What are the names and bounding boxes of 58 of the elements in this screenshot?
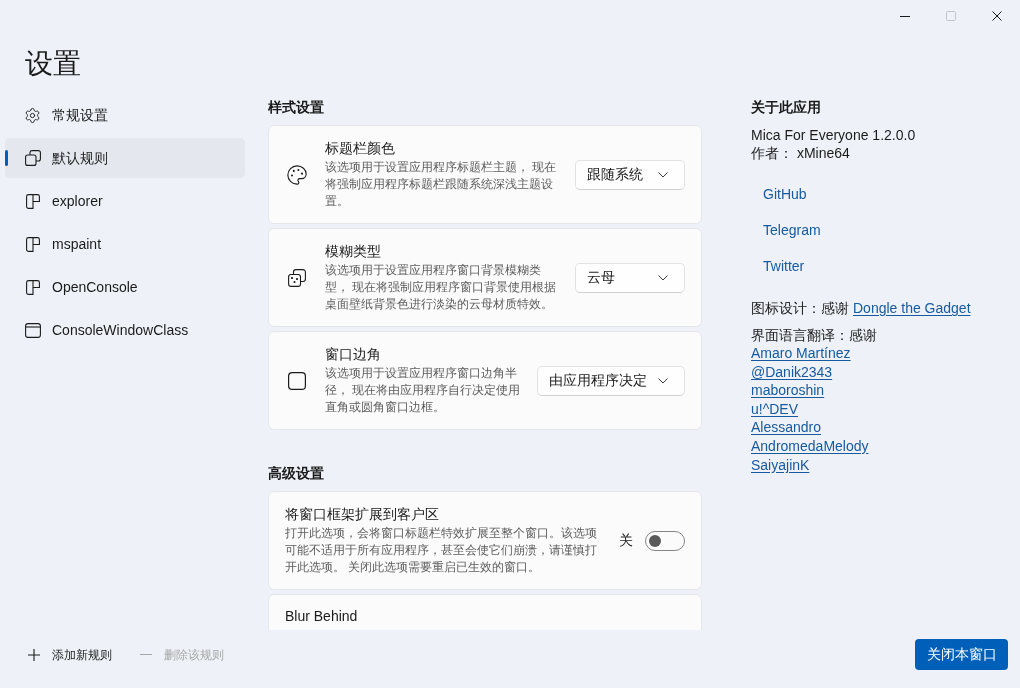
chevron-down-icon [658,274,668,281]
window-icon [24,322,41,338]
maximize-icon [946,11,956,21]
minimize-icon [900,15,910,17]
setting-description: 该选项用于设置应用程序窗口背景模糊类型， 现在将强制应用程序窗口背景使用根据桌面壁纸背景色进行淡染的云母材质特效。 [325,262,558,313]
gear-icon [24,106,41,124]
page-title: 设置 [25,47,81,81]
close-window-button[interactable]: 关闭本窗口 [915,639,1008,670]
section-heading: 高级设置 [268,464,324,483]
translator-link[interactable]: AndromedaMelody [751,436,869,456]
translator-link[interactable]: maboroshin [751,381,825,400]
hyperlink-button[interactable]: Twitter [751,250,817,282]
minus-icon [140,654,152,655]
nav-item[interactable]: mspaint [5,224,245,264]
select-dropdown[interactable]: 云母 [575,262,685,293]
toggle-state-label: 关 [619,531,633,550]
window-panels-icon [25,193,40,209]
setting-description: 打开此选项，会将窗口标题栏特效扩展至整个窗口。该选项可能不适用于所有应用程序，甚至会使它们崩溃，请谨慎打开此选项。 关闭此选项需要重启已生效的窗口。 [285,525,597,576]
overlapping-squares-icon [288,268,306,287]
app-version-text: Mica For Everyone 1.2.0.0 [751,126,916,144]
nav-item[interactable]: 默认规则 [5,138,245,178]
setting-title: Blur Behind [285,607,358,626]
translator-link[interactable]: u!^DEV [751,399,799,419]
nav-item[interactable]: 常规设置 [5,95,245,135]
about-heading: 关于此应用 [751,98,821,117]
nav-item[interactable]: OpenConsole [5,267,245,307]
select-dropdown[interactable]: 由应用程序决定 [537,365,685,396]
nav-item[interactable]: explorer [5,181,245,221]
translation-credit-label: 界面语言翻译：感谢 [751,326,877,344]
author-text: 作者： xMine64 [751,144,850,162]
add-rule-button[interactable]: 添加新规则 [20,639,120,670]
icon-credit-label: 图标设计：感谢 [751,299,849,317]
overlapping-squares-icon [24,150,41,166]
hyperlink-button[interactable]: Telegram [751,214,833,246]
plus-icon [28,648,40,661]
window-panels-icon [25,279,40,295]
setting-title: 将窗口框架扩展到客户区 [285,505,440,524]
square-icon [288,371,306,390]
credit-link[interactable]: Dongle the Gadget [853,299,971,317]
selection-indicator [5,150,8,166]
close-icon [992,11,1002,21]
window-panels-icon [25,236,40,252]
hyperlink-button[interactable]: GitHub [751,178,819,210]
setting-title: 模糊类型 [325,242,382,261]
chevron-down-icon [658,171,668,178]
translator-link[interactable]: Amaro Martínez [751,344,851,363]
setting-title: 标题栏颜色 [325,139,396,158]
section-heading: 样式设置 [268,98,324,117]
setting-title: 窗口边角 [325,345,382,364]
setting-description: 该选项用于设置应用程序窗口边角半径， 现在将由应用程序自行决定使用直角或圆角窗口边框。 [325,365,522,416]
chevron-down-icon [658,377,668,384]
translator-link[interactable]: @Danik2343 [751,362,833,382]
nav-item[interactable]: ConsoleWindowClass [5,310,245,350]
translator-link[interactable]: SaiyajinK [751,455,810,475]
palette-icon [286,163,308,186]
translator-link[interactable]: Alessandro [751,418,822,437]
setting-description: 该选项用于设置应用程序标题栏主题， 现在将强制应用程序标题栏跟随系统深浅主题设置。 [325,159,558,210]
select-dropdown[interactable]: 跟随系统 [575,159,685,190]
